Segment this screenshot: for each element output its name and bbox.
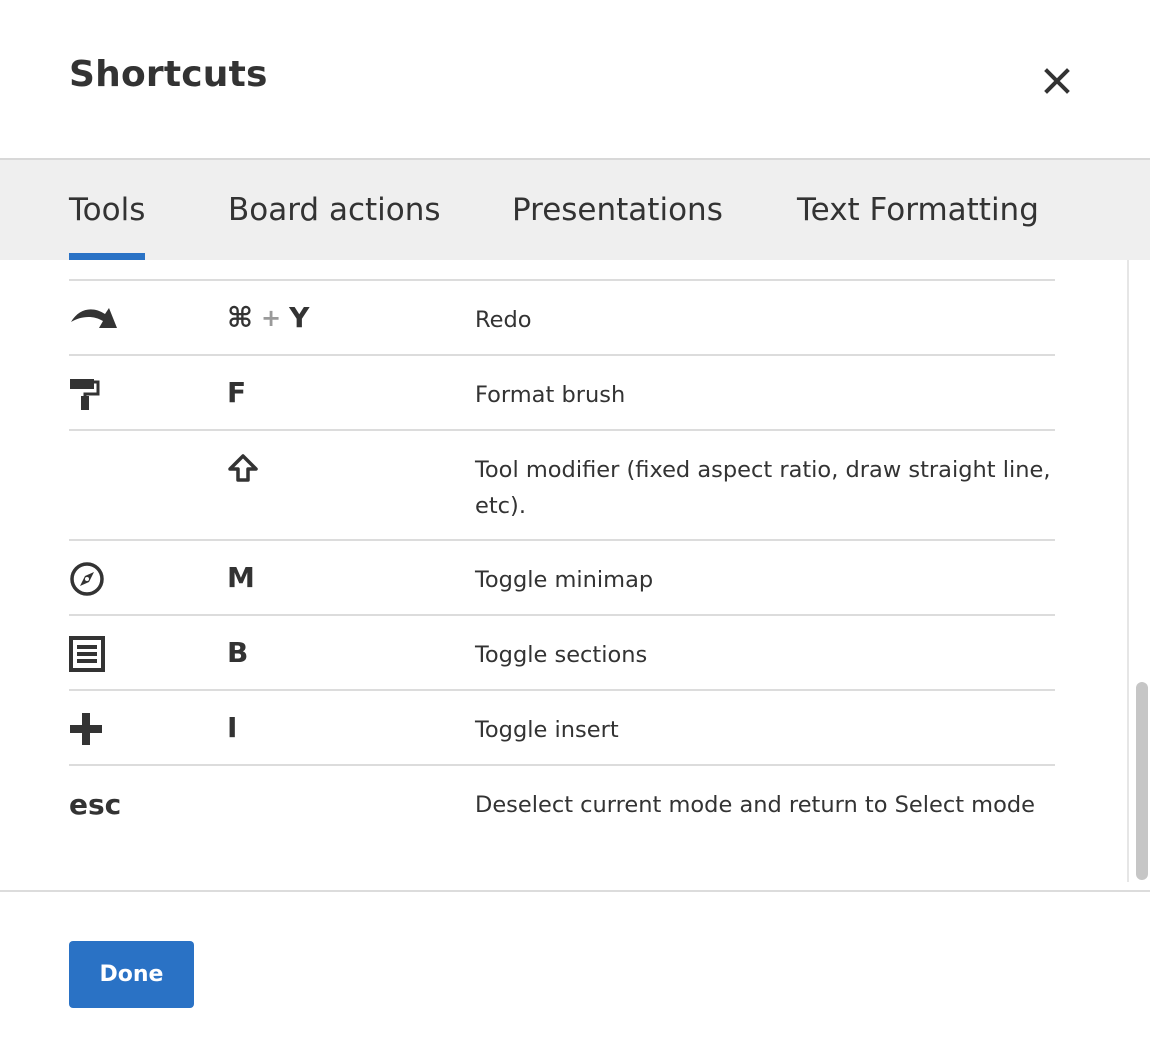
tab-board-actions[interactable]: Board actions <box>228 160 441 260</box>
i-key: I <box>227 711 238 744</box>
shortcut-keys: ⌘ + Y <box>227 281 309 354</box>
key-plus: + <box>260 303 282 332</box>
shortcut-row-format-brush: F Format brush <box>69 354 1055 429</box>
b-key: B <box>227 636 249 669</box>
shortcut-description: Toggle sections <box>475 642 648 668</box>
shortcut-row-redo: ⌘ + Y Redo <box>69 279 1055 354</box>
redo-icon <box>71 308 117 328</box>
format-brush-icon <box>70 379 100 410</box>
dialog-title: Shortcuts <box>69 54 268 95</box>
shortcut-row-insert: I Toggle insert <box>69 689 1055 764</box>
done-button[interactable]: Done <box>69 941 194 1008</box>
shortcut-description: Redo <box>475 307 532 333</box>
shortcut-row-minimap: M Toggle minimap <box>69 539 1055 614</box>
shortcut-keys: I <box>227 691 237 764</box>
shortcut-keys <box>227 431 259 504</box>
sections-icon <box>69 636 105 672</box>
shortcut-row-esc: esc Deselect current mode and return to … <box>69 764 1055 839</box>
close-icon <box>1044 68 1070 94</box>
shortcut-description: Tool modifier (fixed aspect ratio, draw … <box>475 457 1051 519</box>
m-key: M <box>227 561 255 594</box>
shortcut-description: Format brush <box>475 382 626 408</box>
esc-key: esc <box>69 787 122 821</box>
shortcut-description: Toggle insert <box>475 717 619 743</box>
cmd-key: ⌘ <box>227 301 253 334</box>
compass-icon <box>70 562 104 596</box>
shortcuts-dialog: Shortcuts Tools Board actions Presentati… <box>0 0 1150 1054</box>
shortcut-keys: B <box>227 616 248 689</box>
plus-icon <box>70 713 102 745</box>
shortcut-row-sections: B Toggle sections <box>69 614 1055 689</box>
dialog-footer: Done <box>0 890 1150 1054</box>
shortcut-description: Deselect current mode and return to Sele… <box>475 792 1035 818</box>
tab-presentations[interactable]: Presentations <box>512 160 723 260</box>
shortcut-row-tool-modifier: Tool modifier (fixed aspect ratio, draw … <box>69 429 1055 539</box>
y-key: Y <box>289 301 310 334</box>
shortcut-keys: F <box>227 356 246 429</box>
shortcut-description: Toggle minimap <box>475 567 654 593</box>
tab-text-formatting[interactable]: Text Formatting <box>797 160 1039 260</box>
shortcut-keys: M <box>227 541 255 614</box>
tab-bar: Tools Board actions Presentations Text F… <box>0 158 1150 260</box>
tab-tools[interactable]: Tools <box>69 160 146 260</box>
shift-icon <box>228 453 258 482</box>
dialog-header: Shortcuts <box>0 0 1150 158</box>
close-button[interactable] <box>1040 64 1074 98</box>
f-key: F <box>227 376 247 409</box>
shortcuts-list[interactable]: ⌘ + Y Redo F Format brush Tool modifier … <box>0 260 1150 890</box>
scrollbar-thumb[interactable] <box>1136 682 1148 880</box>
scrollbar-track <box>1127 260 1129 882</box>
